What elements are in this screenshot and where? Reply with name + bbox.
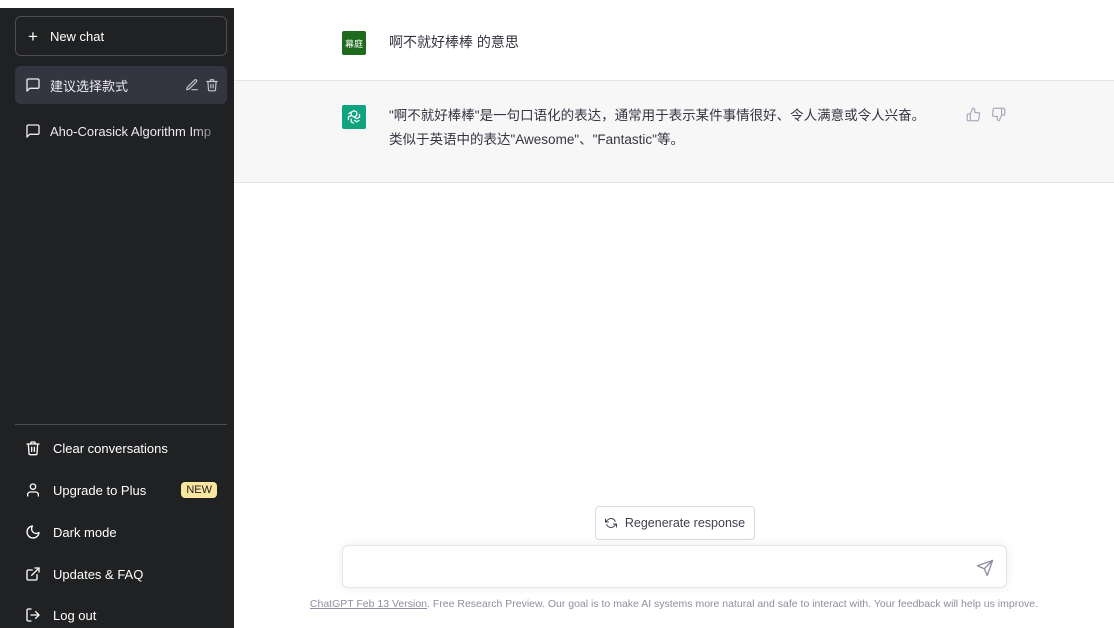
footer: ChatGPT Feb 13 Version. Free Research Pr…	[234, 598, 1114, 610]
assistant-message-text: "啊不就好棒棒"是一句口语化的表达，通常用于表示某件事情很好、令人满意或令人兴奋…	[389, 104, 949, 152]
menu-label: Upgrade to Plus	[53, 482, 147, 498]
regenerate-label: Regenerate response	[624, 516, 746, 530]
conversation-item[interactable]: Aho-Corasick Algorithm Imp	[15, 112, 227, 150]
chat-main: 幕庭 啊不就好棒棒 的意思 "啊不就好棒棒"是一句口语化的表达，通常用于表示某件…	[234, 0, 1114, 628]
logout-icon	[26, 608, 40, 622]
menu-label: Log out	[53, 607, 97, 623]
message-input[interactable]	[357, 557, 957, 577]
assistant-message-row: "啊不就好棒棒"是一句口语化的表达，通常用于表示某件事情很好、令人满意或令人兴奋…	[234, 81, 1114, 183]
footer-text: . Free Research Preview. Our goal is to …	[427, 598, 1039, 610]
log-out-button[interactable]: Log out	[15, 597, 227, 628]
trash-icon	[26, 441, 40, 456]
updates-faq-link[interactable]: Updates & FAQ	[15, 556, 227, 592]
user-message-row: 幕庭 啊不就好棒棒 的意思	[234, 0, 1114, 81]
version-link[interactable]: ChatGPT Feb 13 Version	[310, 598, 427, 610]
send-icon[interactable]	[976, 559, 994, 577]
assistant-message-line: 类似于英语中的表达"Awesome"、"Fantastic"等。	[389, 132, 684, 147]
openai-logo-icon	[342, 105, 366, 129]
chat-bubble-icon	[26, 124, 40, 138]
menu-label: Clear conversations	[53, 440, 168, 456]
assistant-message-line: "啊不就好棒棒"是一句口语化的表达，通常用于表示某件事情很好、令人满意或令人兴奋…	[389, 108, 926, 123]
menu-label: Dark mode	[53, 524, 117, 540]
feedback-buttons	[966, 107, 1006, 122]
trash-icon[interactable]	[205, 78, 219, 92]
sidebar-divider	[15, 424, 227, 425]
moon-icon	[26, 525, 40, 539]
external-link-icon	[26, 567, 40, 581]
new-badge: NEW	[181, 482, 217, 498]
thumbs-down-icon[interactable]	[991, 107, 1006, 122]
plus-icon: +	[28, 26, 38, 46]
user-icon	[27, 483, 39, 497]
clear-conversations-button[interactable]: Clear conversations	[15, 430, 227, 466]
menu-label: Updates & FAQ	[53, 566, 144, 582]
dark-mode-button[interactable]: Dark mode	[15, 514, 227, 550]
message-composer	[342, 545, 1007, 588]
user-avatar: 幕庭	[342, 31, 366, 55]
conversation-title: Aho-Corasick Algorithm Imp	[50, 123, 212, 139]
new-chat-button[interactable]: + New chat	[15, 16, 227, 56]
refresh-icon	[604, 518, 617, 528]
conversation-item-active[interactable]: 建议选择款式	[15, 66, 227, 104]
user-message-text: 啊不就好棒棒 的意思	[389, 34, 519, 50]
edit-icon[interactable]	[185, 78, 199, 92]
new-chat-label: New chat	[49, 28, 105, 44]
thumbs-up-icon[interactable]	[966, 107, 981, 122]
conversation-title: 建议选择款式	[50, 78, 129, 94]
chat-bubble-icon	[26, 78, 40, 92]
upgrade-to-plus-button[interactable]: Upgrade to Plus NEW	[15, 472, 227, 508]
sidebar: + New chat 建议选择款式 Aho-Corasick Algorithm…	[0, 0, 234, 628]
regenerate-response-button[interactable]: Regenerate response	[595, 506, 755, 540]
